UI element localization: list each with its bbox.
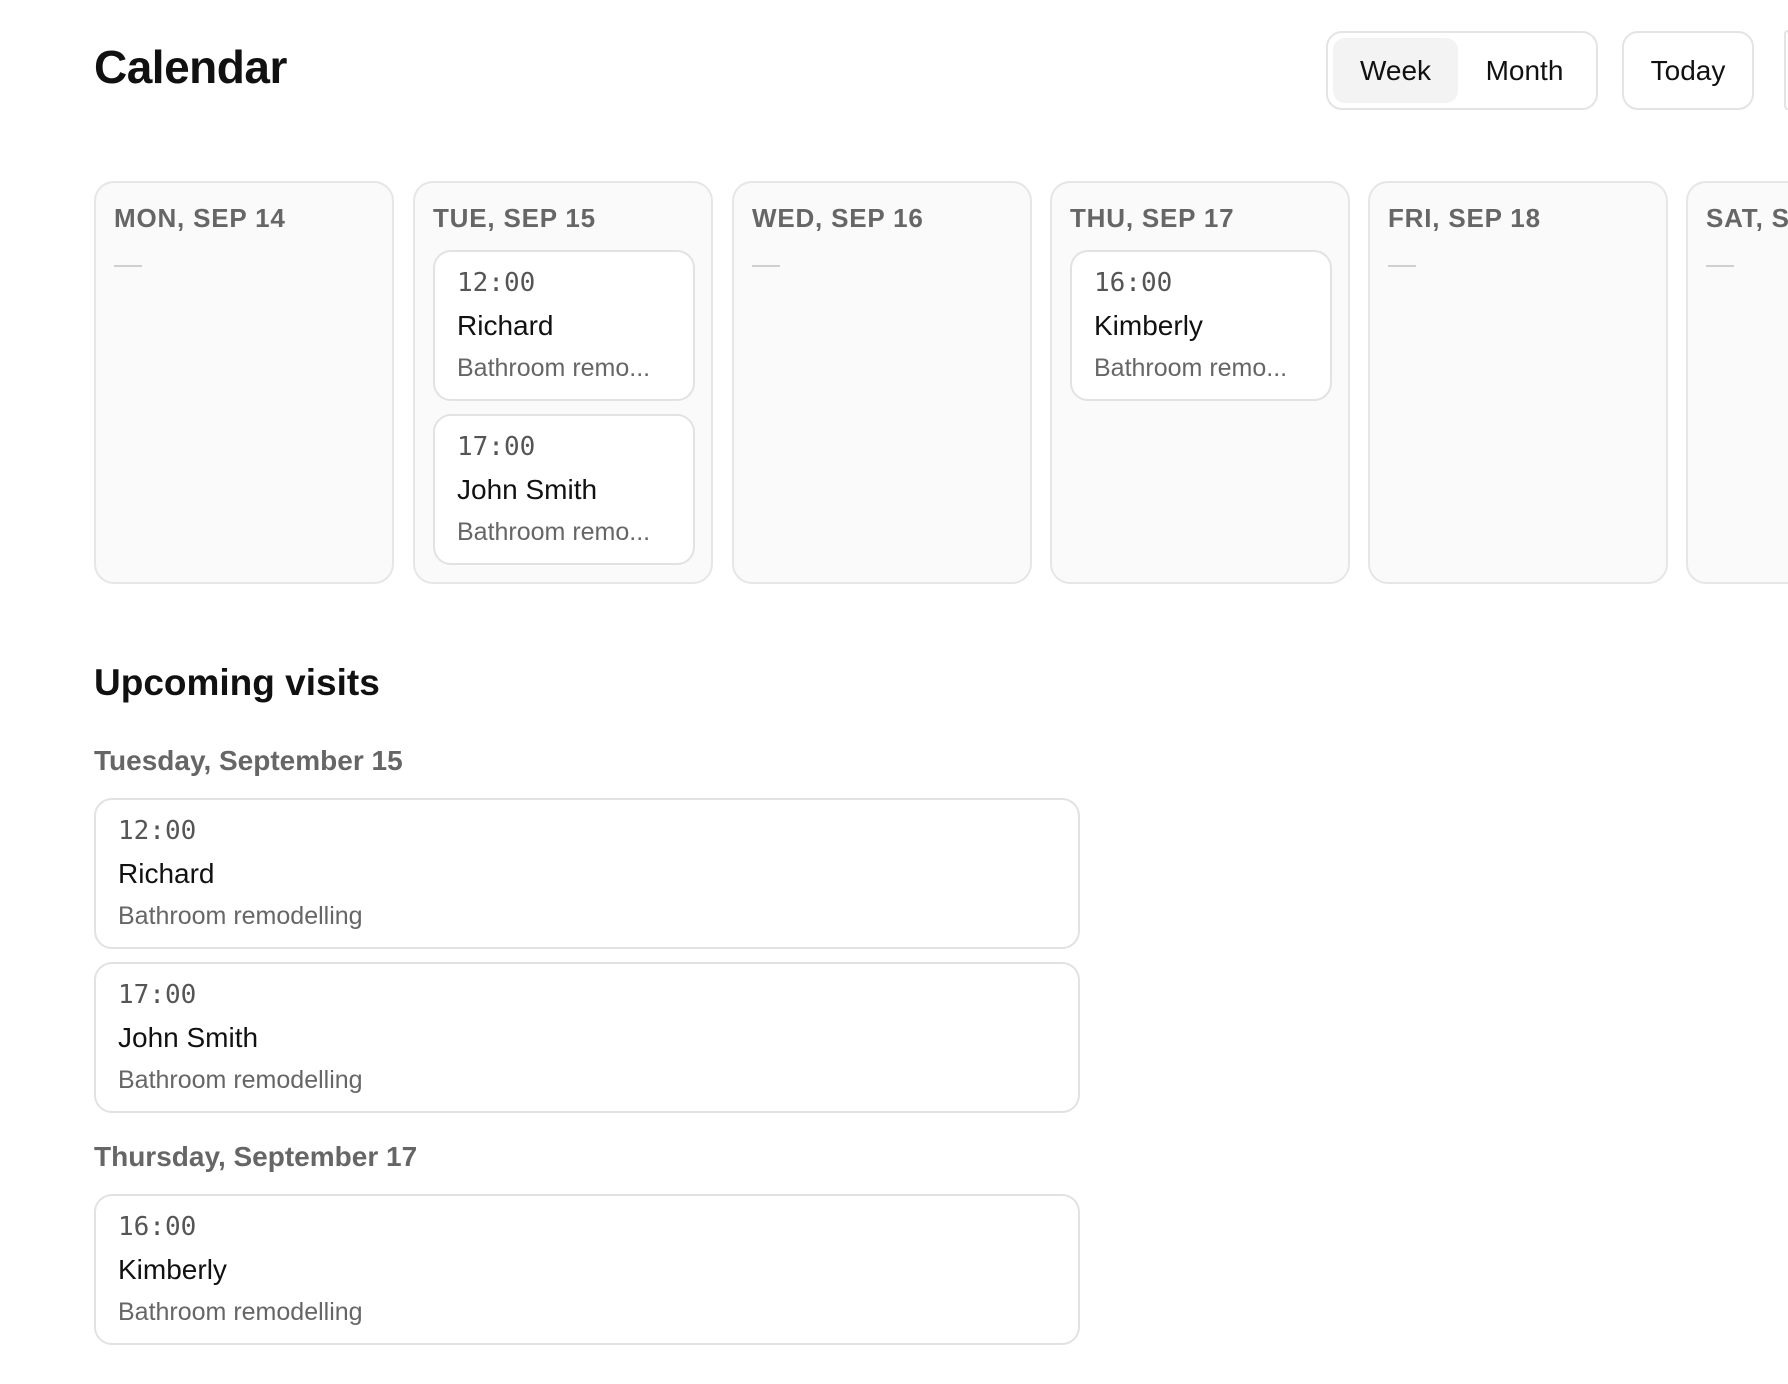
today-button[interactable]: Today: [1622, 31, 1754, 110]
day-heading: THU, SEP 17: [1070, 203, 1235, 233]
empty-day-marker: [114, 265, 142, 267]
visit-card[interactable]: 16:00 Kimberly Bathroom remodelling: [94, 1194, 1080, 1345]
day-column-thu: THU, SEP 17 16:00 Kimberly Bathroom remo…: [1050, 181, 1350, 584]
view-toggle: Week Month: [1326, 31, 1598, 110]
visit-date-heading: Tuesday, September 15: [94, 745, 403, 776]
visit-time: 16:00: [118, 1212, 197, 1242]
empty-day-marker: [1706, 265, 1734, 267]
event-client-name: Kimberly: [1094, 310, 1203, 341]
visit-client-name: Kimberly: [118, 1254, 227, 1285]
page-title: Calendar: [94, 41, 287, 93]
day-heading: FRI, SEP 18: [1388, 203, 1541, 233]
day-column-wed: WED, SEP 16: [732, 181, 1032, 584]
event-time: 17:00: [457, 432, 536, 462]
event-card[interactable]: 12:00 Richard Bathroom remo...: [433, 250, 695, 401]
event-description: Bathroom remo...: [1094, 354, 1288, 382]
visit-client-name: Richard: [118, 858, 215, 889]
visit-description: Bathroom remodelling: [118, 1066, 363, 1094]
day-column-mon: MON, SEP 14: [94, 181, 394, 584]
day-heading: SAT, SE: [1706, 203, 1788, 233]
visit-time: 17:00: [118, 980, 197, 1010]
upcoming-visits-title: Upcoming visits: [94, 662, 380, 703]
visit-time: 12:00: [118, 816, 197, 846]
day-column-tue: TUE, SEP 15 12:00 Richard Bathroom remo.…: [413, 181, 713, 584]
event-time: 12:00: [457, 268, 536, 298]
day-heading: TUE, SEP 15: [433, 203, 596, 233]
visit-description: Bathroom remodelling: [118, 902, 363, 930]
day-heading: WED, SEP 16: [752, 203, 924, 233]
next-button-edge[interactable]: [1784, 30, 1788, 110]
event-card[interactable]: 17:00 John Smith Bathroom remo...: [433, 414, 695, 565]
empty-day-marker: [1388, 265, 1416, 267]
day-column-fri: FRI, SEP 18: [1368, 181, 1668, 584]
event-card[interactable]: 16:00 Kimberly Bathroom remo...: [1070, 250, 1332, 401]
visit-client-name: John Smith: [118, 1022, 259, 1053]
day-heading: MON, SEP 14: [114, 203, 286, 233]
empty-day-marker: [752, 265, 780, 267]
event-description: Bathroom remo...: [457, 518, 651, 546]
visit-card[interactable]: 12:00 Richard Bathroom remodelling: [94, 798, 1080, 949]
calendar-page: Calendar Week Month Today MON, SEP 14 TU…: [0, 0, 1788, 1384]
month-view-button[interactable]: Month: [1458, 38, 1591, 103]
visit-date-heading: Thursday, September 17: [94, 1141, 418, 1172]
event-client-name: John Smith: [457, 474, 598, 505]
event-client-name: Richard: [457, 310, 554, 341]
day-column-sat: SAT, SE: [1686, 181, 1788, 584]
visit-description: Bathroom remodelling: [118, 1298, 363, 1326]
event-description: Bathroom remo...: [457, 354, 651, 382]
week-view-button[interactable]: Week: [1333, 38, 1458, 103]
event-time: 16:00: [1094, 268, 1173, 298]
visit-card[interactable]: 17:00 John Smith Bathroom remodelling: [94, 962, 1080, 1113]
